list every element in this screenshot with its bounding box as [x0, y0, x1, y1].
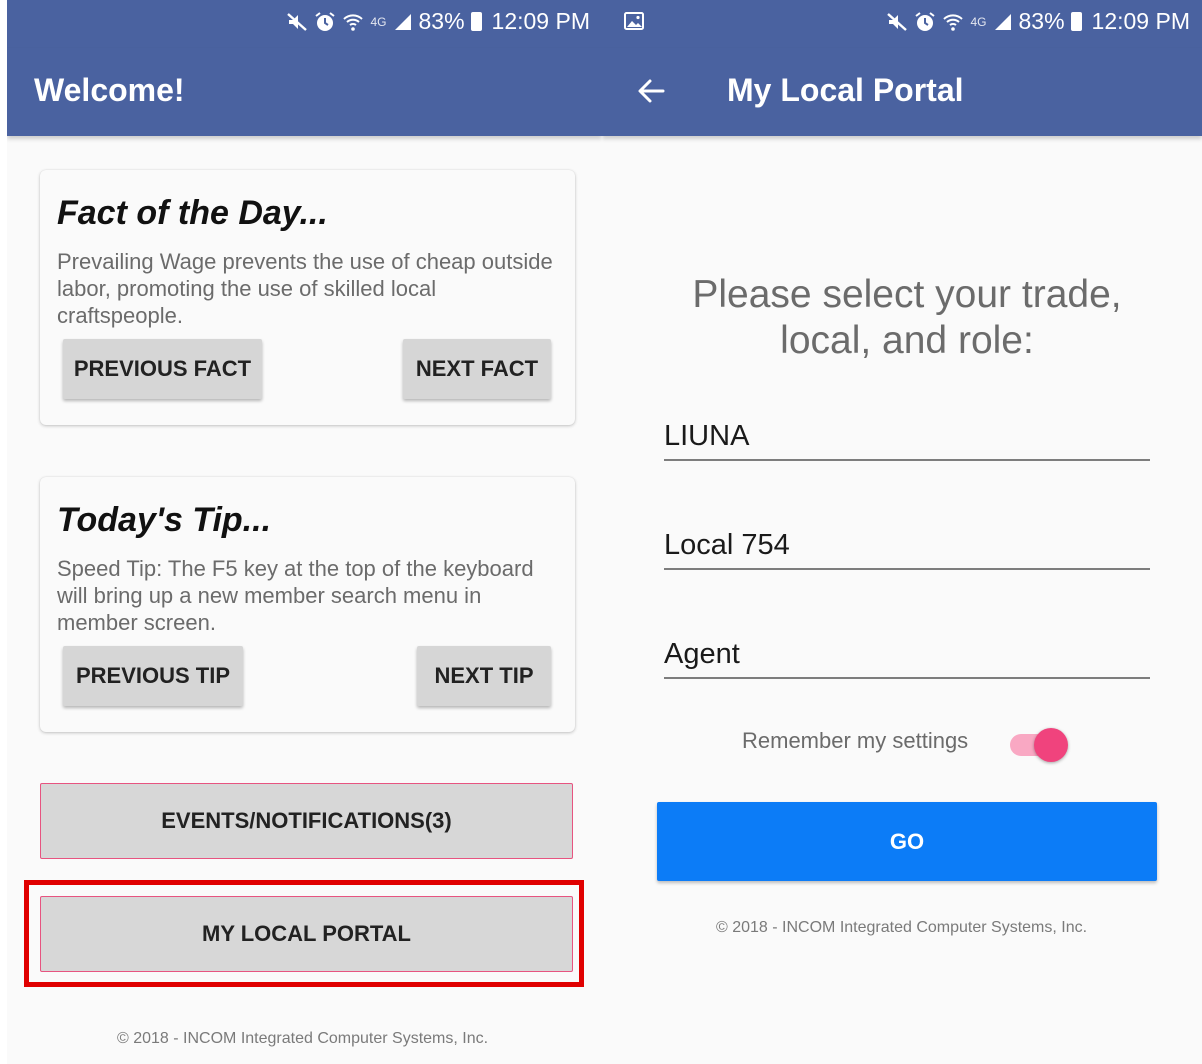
previous-tip-button[interactable]: PREVIOUS TIP [63, 646, 243, 706]
battery-percent: 83% [418, 8, 465, 34]
wifi-icon [943, 13, 964, 31]
fact-of-the-day-card: Fact of the Day... Prevailing Wage preve… [40, 170, 575, 425]
signal-icon [394, 13, 411, 30]
battery-percent: 83% [1018, 8, 1065, 34]
alarm-icon [315, 11, 336, 31]
back-arrow-icon[interactable] [636, 76, 666, 106]
copyright-footer: © 2018 - INCOM Integrated Computer Syste… [716, 919, 1088, 936]
go-button[interactable]: GO [657, 802, 1157, 881]
tip-card-title: Today's Tip... [57, 501, 272, 539]
welcome-screen: 4G 83% 12:09 PM Welcome! Fact of the Day… [7, 0, 602, 1064]
signal-icon [994, 13, 1011, 30]
status-bar: 4G 83% 12:09 PM [7, 0, 602, 48]
gallery-notification-icon [624, 12, 644, 30]
next-fact-button[interactable]: NEXT FACT [403, 339, 551, 399]
fact-card-title: Fact of the Day... [57, 194, 328, 232]
copyright-footer: © 2018 - INCOM Integrated Computer Syste… [117, 1030, 489, 1047]
remember-settings-label: Remember my settings [742, 728, 969, 753]
local-value: Local 754 [664, 529, 790, 561]
page-title: My Local Portal [727, 72, 964, 108]
selection-prompt: Please select your trade, local, and rol… [692, 273, 1122, 362]
app-bar: Welcome! [7, 48, 602, 136]
next-tip-button[interactable]: NEXT TIP [417, 646, 551, 706]
status-icons: 4G 83% 12:09 PM [886, 8, 1190, 35]
role-select[interactable]: Agent [664, 631, 1150, 679]
mute-icon [887, 12, 908, 31]
my-local-portal-button[interactable]: MY LOCAL PORTAL [40, 896, 573, 972]
network-type: 4G [970, 14, 987, 29]
todays-tip-card: Today's Tip... Speed Tip: The F5 key at … [40, 477, 575, 732]
my-local-portal-screen: 4G 83% 12:09 PM My Local Portal Please s… [602, 0, 1202, 1064]
app-bar: My Local Portal [602, 48, 1202, 136]
status-icons: 4G 83% 12:09 PM [286, 8, 590, 35]
tip-card-text: Speed Tip: The F5 key at the top of the … [57, 556, 534, 635]
trade-value: LIUNA [664, 420, 750, 452]
previous-fact-button[interactable]: PREVIOUS FACT [63, 339, 262, 399]
mute-icon [287, 12, 308, 31]
status-time: 12:09 PM [1091, 8, 1190, 34]
trade-select[interactable]: LIUNA [664, 413, 1150, 461]
wifi-icon [343, 13, 364, 31]
status-time: 12:09 PM [491, 8, 590, 34]
events-notifications-button[interactable]: EVENTS/NOTIFICATIONS(3) [40, 783, 573, 859]
page-title: Welcome! [34, 72, 185, 108]
battery-icon [470, 12, 482, 31]
role-value: Agent [664, 638, 740, 670]
remember-settings-toggle[interactable] [1010, 726, 1068, 762]
local-select[interactable]: Local 754 [664, 522, 1150, 570]
toggle-thumb [1034, 728, 1068, 762]
battery-icon [1070, 12, 1082, 31]
alarm-icon [915, 11, 936, 31]
network-type: 4G [370, 14, 387, 29]
fact-card-text: Prevailing Wage prevents the use of chea… [57, 249, 553, 328]
status-bar: 4G 83% 12:09 PM [602, 0, 1202, 48]
